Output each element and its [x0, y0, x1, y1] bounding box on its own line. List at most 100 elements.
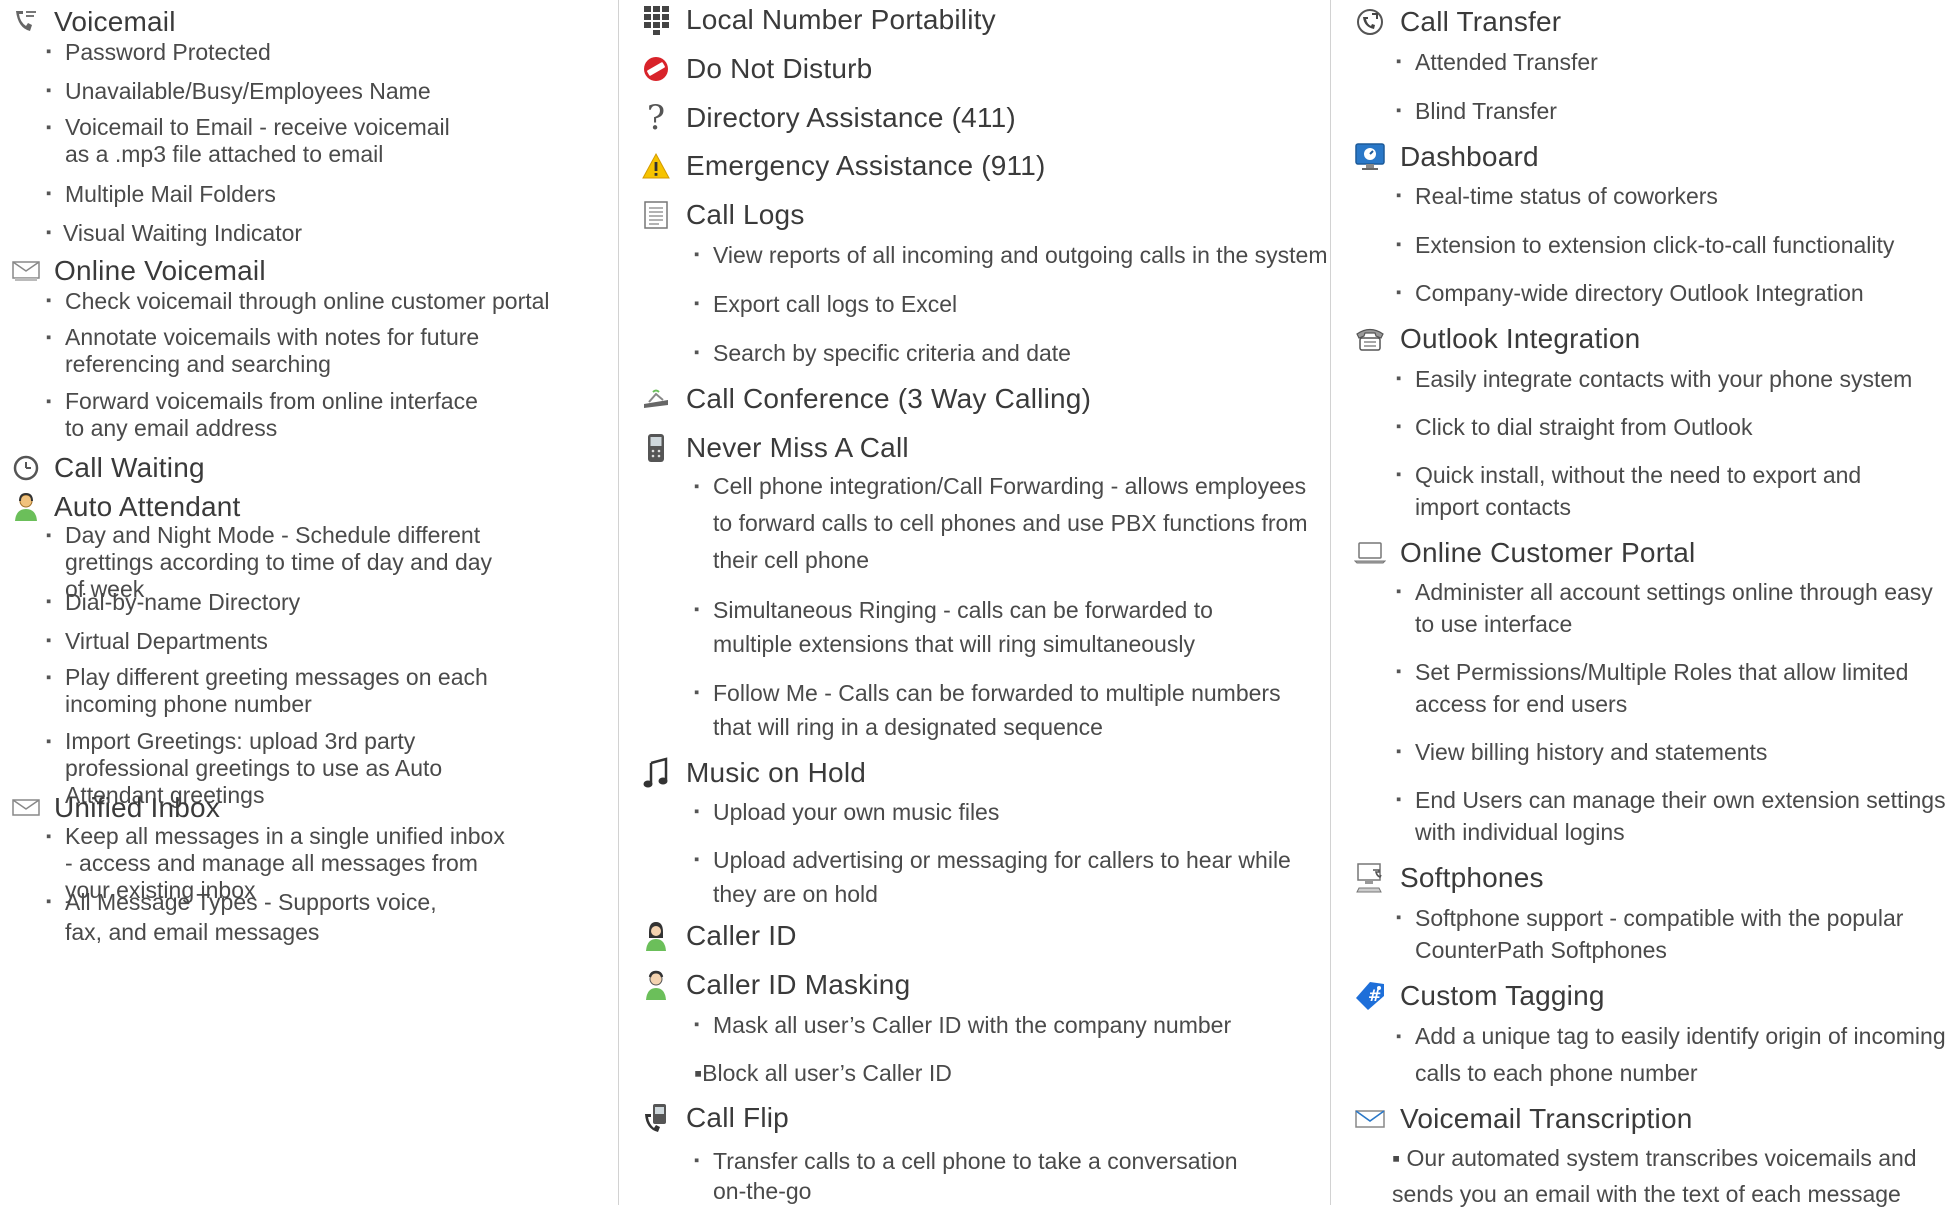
- list-item: Transfer calls to a cell phone to take a…: [694, 1146, 1273, 1206]
- warning-icon: [640, 150, 672, 182]
- heading-dnd-label: Do Not Disturb: [686, 53, 873, 84]
- heading-never-miss: Never Miss A Call: [640, 432, 909, 464]
- operator-person-icon: [10, 491, 42, 523]
- heading-online-voicemail: Online Voicemail: [10, 255, 266, 287]
- list-item: Dial-by-name Directory: [46, 586, 625, 618]
- heading-dnd: Do Not Disturb: [640, 53, 872, 85]
- heading-directory-label: Directory Assistance (411): [686, 102, 1016, 133]
- heading-portal-label: Online Customer Portal: [1400, 537, 1696, 568]
- heading-never-miss-label: Never Miss A Call: [686, 432, 909, 463]
- heading-conference: Call Conference (3 Way Calling): [640, 383, 1091, 415]
- heading-emergency: Emergency Assistance (911): [640, 150, 1046, 182]
- monitor-dashboard-icon: [1354, 141, 1386, 173]
- softphone-computer-icon: [1354, 862, 1386, 894]
- list-item: Easily integrate contacts with your phon…: [1396, 363, 1946, 395]
- mobile-phone-icon: [640, 432, 672, 464]
- heading-call-waiting: Call Waiting: [10, 452, 205, 484]
- person-female-icon: [640, 920, 672, 952]
- heading-online-voicemail-label: Online Voicemail: [54, 255, 266, 286]
- heading-call-flip: Call Flip: [640, 1102, 789, 1134]
- tag-hash-icon: #: [1354, 980, 1386, 1012]
- list-item: ▪Block all user’s Caller ID: [694, 1060, 952, 1086]
- list-item: Unavailable/Busy/Employees Name: [46, 75, 625, 107]
- call-transfer-icon: [1354, 6, 1386, 38]
- heading-call-logs-label: Call Logs: [686, 199, 805, 230]
- feature-column-3: Call Transfer Attended Transfer Blind Tr…: [1330, 0, 1946, 1207]
- list-item: Upload your own music files: [694, 796, 1313, 828]
- list-item: Click to dial straight from Outlook: [1396, 411, 1946, 443]
- heading-unified-inbox-label: Unified Inbox: [54, 792, 221, 823]
- heading-music: Music on Hold: [640, 757, 866, 789]
- heading-music-label: Music on Hold: [686, 757, 867, 788]
- heading-call-transfer-label: Call Transfer: [1400, 6, 1562, 37]
- heading-voicemail-label: Voicemail: [54, 6, 176, 37]
- heading-auto-attendant-label: Auto Attendant: [54, 491, 241, 522]
- list-item: Virtual Departments: [46, 625, 625, 657]
- laptop-icon: [1354, 537, 1386, 569]
- list-item: Forward voicemails from online interface…: [46, 388, 485, 442]
- envelope-icon: [10, 792, 42, 824]
- heading-voicemail: Voicemail: [10, 6, 176, 38]
- heading-softphones: Softphones: [1354, 862, 1544, 894]
- heading-caller-id-label: Caller ID: [686, 920, 797, 951]
- list-item: Upload advertising or messaging for call…: [694, 843, 1293, 911]
- feature-column-2: Local Number Portability Do Not Disturb …: [620, 0, 1330, 1205]
- heading-transcription-label: Voicemail Transcription: [1400, 1103, 1693, 1134]
- heading-call-transfer: Call Transfer: [1354, 6, 1561, 38]
- list-item: Voicemail to Email - receive voicemail a…: [46, 114, 455, 168]
- list-item: Play different greeting messages on each…: [46, 664, 505, 718]
- heading-emergency-label: Emergency Assistance (911): [686, 150, 1046, 181]
- list-item: Cell phone integration/Call Forwarding -…: [694, 468, 1313, 579]
- list-item: End Users can manage their own extension…: [1396, 784, 1946, 848]
- voicemail-icon: [10, 6, 42, 38]
- heading-outlook-label: Outlook Integration: [1400, 323, 1641, 354]
- list-item: Password Protected: [46, 36, 625, 68]
- call-flip-phone-icon: [640, 1102, 672, 1134]
- do-not-disturb-icon: [640, 53, 672, 85]
- envelope-inbox-icon: [10, 255, 42, 287]
- heading-dashboard: Dashboard: [1354, 141, 1539, 173]
- list-item: Attended Transfer: [1396, 46, 1946, 78]
- clock-icon: [10, 452, 42, 484]
- list-item: View reports of all incoming and outgoin…: [694, 239, 1343, 271]
- feature-column-1: Voicemail Password Protected Unavailable…: [0, 0, 618, 1205]
- heading-conference-label: Call Conference (3 Way Calling): [686, 383, 1092, 414]
- document-list-icon: [640, 199, 672, 231]
- heading-unified-inbox: Unified Inbox: [10, 792, 220, 824]
- list-item: View billing history and statements: [1396, 736, 1946, 768]
- list-item: Mask all user’s Caller ID with the compa…: [694, 1009, 1313, 1041]
- list-item: Follow Me - Calls can be forwarded to mu…: [694, 676, 1303, 744]
- list-item: Administer all account settings online t…: [1396, 576, 1946, 640]
- list-item: Company-wide directory Outlook Integrati…: [1396, 277, 1946, 309]
- heading-tagging: # Custom Tagging: [1354, 980, 1605, 1012]
- list-item: All Message Types - Supports voice, fax,…: [46, 887, 465, 947]
- list-item: Annotate voicemails with notes for futur…: [46, 324, 505, 378]
- conference-phone-icon: [640, 383, 672, 415]
- heading-tagging-label: Custom Tagging: [1400, 980, 1605, 1011]
- list-item: Add a unique tag to easily identify orig…: [1396, 1018, 1946, 1092]
- list-item: Real-time status of coworkers: [1396, 180, 1946, 212]
- list-item: Multiple Mail Folders: [46, 178, 625, 210]
- heading-masking: Caller ID Masking: [640, 969, 910, 1001]
- envelope-transcription-icon: [1354, 1103, 1386, 1135]
- list-item: Softphone support - compatible with the …: [1396, 902, 1945, 966]
- heading-caller-id: Caller ID: [640, 920, 797, 952]
- heading-dashboard-label: Dashboard: [1400, 141, 1539, 172]
- list-item: Extension to extension click-to-call fun…: [1396, 229, 1946, 261]
- list-item: Blind Transfer: [1396, 95, 1946, 127]
- heading-directory: ? Directory Assistance (411): [640, 98, 1016, 138]
- list-item: Check voicemail through online customer …: [46, 285, 625, 317]
- heading-softphones-label: Softphones: [1400, 862, 1544, 893]
- music-note-icon: [640, 757, 672, 789]
- list-item: Search by specific criteria and date: [694, 337, 1333, 369]
- list-item: Simultaneous Ringing - calls can be forw…: [694, 593, 1253, 661]
- list-item: Visual Waiting Indicator: [46, 217, 623, 249]
- desk-phone-icon: [1354, 323, 1386, 355]
- question-mark-icon: ?: [646, 98, 666, 138]
- heading-call-flip-label: Call Flip: [686, 1102, 789, 1133]
- heading-portal: Online Customer Portal: [1354, 537, 1695, 569]
- heading-masking-label: Caller ID Masking: [686, 969, 911, 1000]
- person-male-icon: [640, 969, 672, 1001]
- keypad-icon: [640, 4, 672, 36]
- column-divider-1: [618, 0, 619, 1205]
